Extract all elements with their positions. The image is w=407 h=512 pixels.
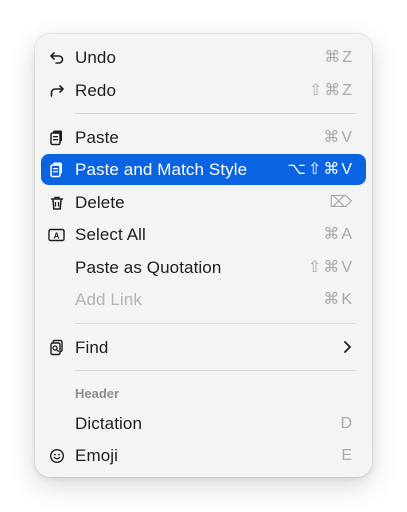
menu-item-label: Paste xyxy=(75,128,119,147)
menu-item-add-link: Add Link ⌘K xyxy=(41,284,366,315)
menu-item-label: Paste and Match Style xyxy=(75,160,248,179)
context-menu: Undo ⌘Z Redo ⇧⌘Z Paste ⌘V Paste and Matc… xyxy=(35,34,372,477)
select-all-icon: A xyxy=(48,226,65,243)
redo-icon xyxy=(48,82,65,99)
menu-item-shortcut: ⌦ xyxy=(329,194,354,211)
svg-text:A: A xyxy=(54,231,60,240)
menu-item-label: Select All xyxy=(75,225,146,244)
menu-item-select-all[interactable]: A Select All ⌘A xyxy=(41,219,366,250)
menu-item-undo[interactable]: Undo ⌘Z xyxy=(41,42,366,73)
menu-item-find[interactable]: Find xyxy=(41,332,366,363)
menu-item-shortcut: ⌥⇧⌘V xyxy=(287,161,354,178)
menu-item-shortcut: E xyxy=(341,447,354,464)
menu-item-label: Delete xyxy=(75,193,125,212)
menu-item-paste-and-match-style[interactable]: Paste and Match Style ⌥⇧⌘V xyxy=(41,154,366,185)
menu-item-shortcut: ⌘A xyxy=(323,226,354,243)
menu-item-paste-as-quotation[interactable]: Paste as Quotation ⇧⌘V xyxy=(41,252,366,283)
smiley-icon xyxy=(48,447,65,464)
menu-item-shortcut: ⇧⌘V xyxy=(307,259,354,276)
menu-separator xyxy=(75,323,356,324)
menu-item-dictation[interactable]: Dictation D xyxy=(41,408,366,439)
menu-item-label: Add Link xyxy=(75,290,142,309)
chevron-right-icon xyxy=(343,340,352,359)
menu-item-redo[interactable]: Redo ⇧⌘Z xyxy=(41,75,366,106)
menu-item-emoji[interactable]: Emoji E xyxy=(41,440,366,471)
undo-icon xyxy=(48,49,65,66)
menu-item-shortcut: ⌘K xyxy=(323,291,354,308)
menu-item-label: Emoji xyxy=(75,446,119,465)
find-icon xyxy=(48,339,65,356)
menu-separator xyxy=(75,113,356,114)
menu-item-shortcut: ⌘V xyxy=(323,129,354,146)
section-header: Header xyxy=(75,386,120,401)
trash-icon xyxy=(48,194,65,211)
menu-item-label: Undo xyxy=(75,48,117,67)
menu-item-shortcut: D xyxy=(340,415,354,432)
menu-item-label: Paste as Quotation xyxy=(75,258,222,277)
menu-item-label: Dictation xyxy=(75,414,143,433)
menu-separator xyxy=(75,370,356,371)
menu-item-label: Redo xyxy=(75,81,117,100)
paste-icon xyxy=(48,161,65,178)
menu-item-shortcut: ⇧⌘Z xyxy=(308,82,354,99)
paste-icon xyxy=(48,129,65,146)
menu-item-shortcut: ⌘Z xyxy=(324,49,354,66)
menu-item-label: Find xyxy=(75,338,109,357)
menu-item-delete[interactable]: Delete ⌦ xyxy=(41,187,366,218)
menu-item-paste[interactable]: Paste ⌘V xyxy=(41,122,366,153)
